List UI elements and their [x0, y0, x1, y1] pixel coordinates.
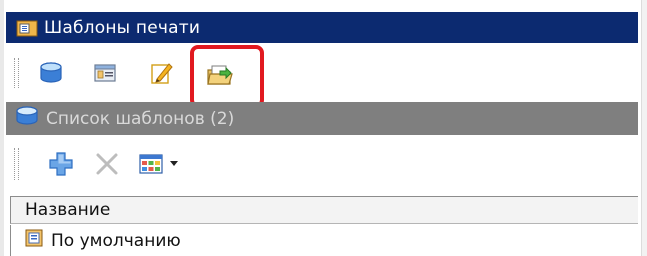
- template-list-title: Список шаблонов (2): [46, 108, 235, 129]
- title-bar: Шаблоны печати: [6, 12, 638, 43]
- template-doc-icon: [25, 229, 43, 252]
- table-row[interactable]: По умолчанию: [10, 225, 638, 256]
- window-frame-right: [641, 0, 647, 256]
- view-dropdown-button[interactable]: [166, 147, 182, 181]
- main-toolbar: [6, 46, 638, 98]
- column-header-name[interactable]: Название: [10, 196, 638, 224]
- window-frame-left: [0, 0, 4, 256]
- window-title-icon: [16, 18, 38, 38]
- window-title: Шаблоны печати: [44, 17, 201, 38]
- add-button[interactable]: [44, 147, 78, 181]
- column-header-label: Название: [25, 200, 111, 220]
- print-templates-window: Шаблоны печати Список шаблонов (2) Назва…: [0, 0, 647, 256]
- delete-button[interactable]: [90, 147, 124, 181]
- database-icon: [14, 105, 40, 132]
- database-icon: [38, 60, 64, 86]
- view-grid-button[interactable]: [134, 147, 168, 181]
- form-button[interactable]: [88, 56, 122, 90]
- highlight-frame: [190, 45, 264, 108]
- edit-icon: [148, 60, 174, 86]
- edit-button[interactable]: [144, 56, 178, 90]
- form-icon: [92, 60, 118, 86]
- chevron-down-icon: [169, 160, 179, 168]
- table-grid-icon: [138, 151, 164, 177]
- delete-cross-icon: [94, 151, 120, 177]
- list-toolbar: [6, 138, 638, 188]
- add-plus-icon: [48, 151, 74, 177]
- template-list-header: Список шаблонов (2): [6, 102, 638, 135]
- database-button[interactable]: [34, 56, 68, 90]
- toolbar-grip[interactable]: [14, 58, 19, 88]
- template-name: По умолчанию: [51, 230, 181, 251]
- toolbar-grip[interactable]: [14, 148, 19, 180]
